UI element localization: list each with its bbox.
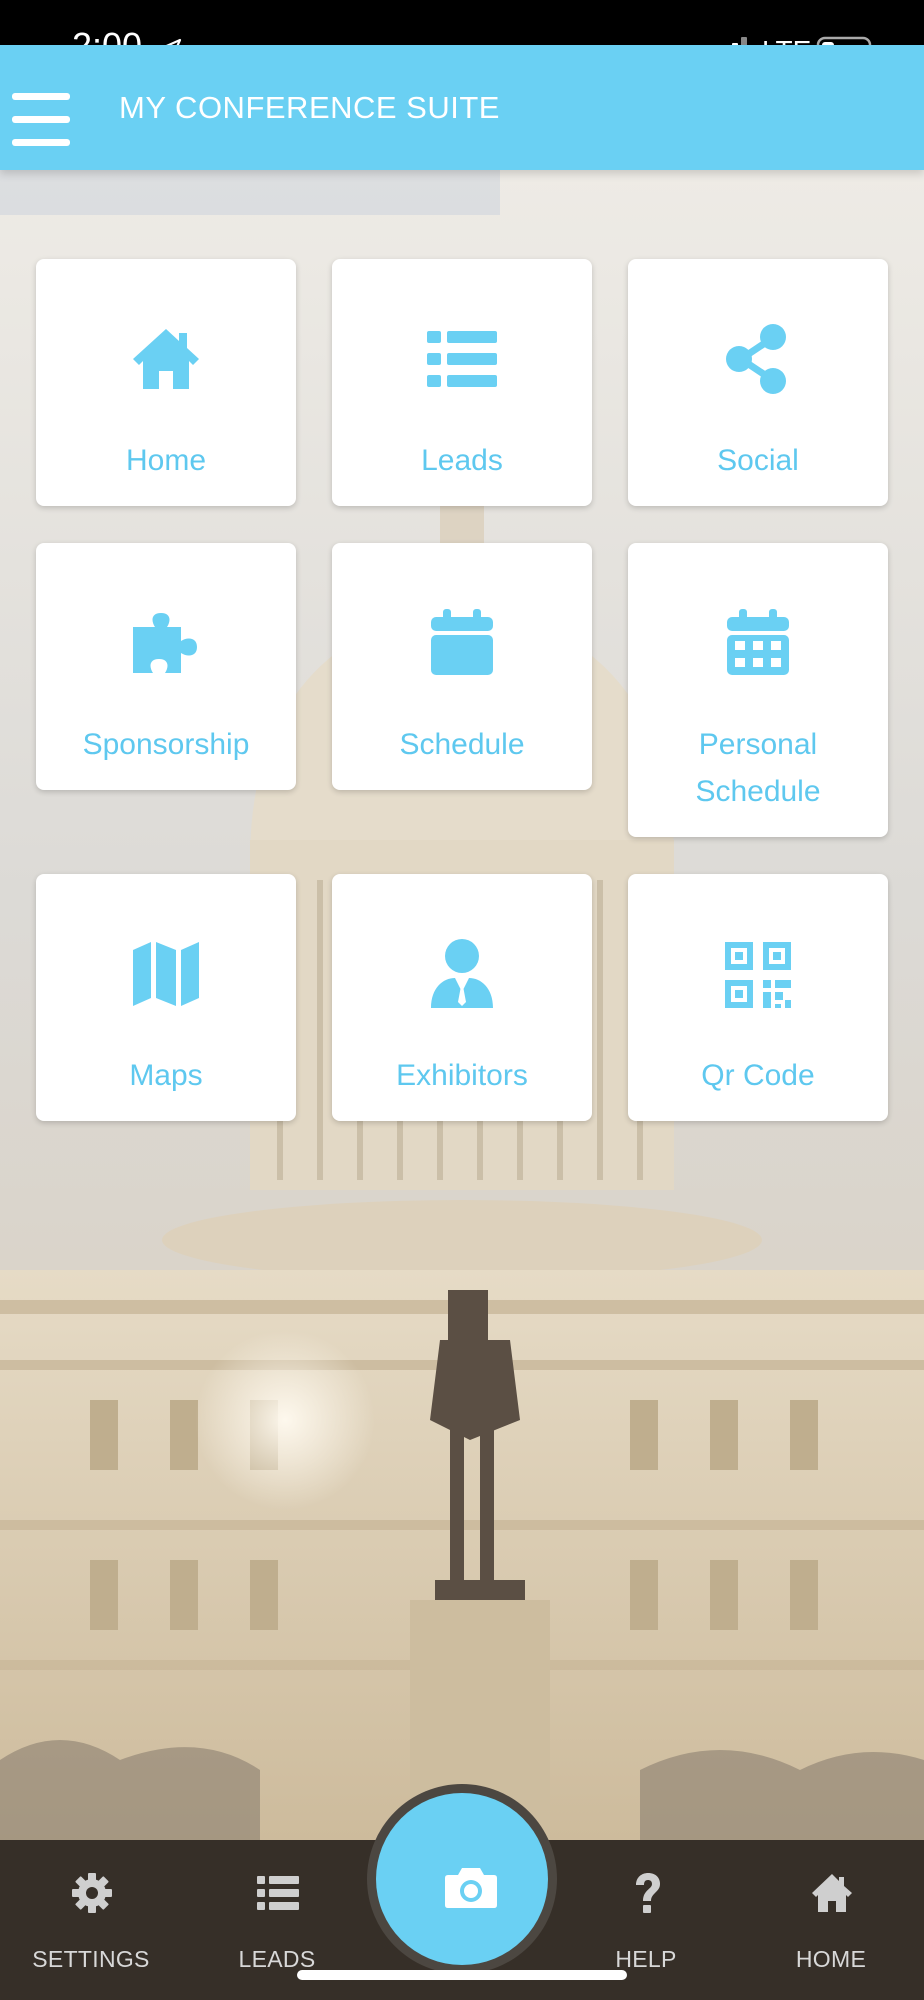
tile-qr-code[interactable]: Qr Code	[628, 874, 888, 1121]
tile-schedule[interactable]: Schedule	[332, 543, 592, 790]
tile-home[interactable]: Home	[36, 259, 296, 506]
map-icon	[133, 942, 199, 1006]
calendar-icon	[431, 609, 493, 675]
menu-button[interactable]	[10, 45, 72, 170]
tab-label: LEADS	[238, 1946, 316, 1972]
tile-personal-schedule[interactable]: Personal Schedule	[628, 543, 888, 837]
camera-button[interactable]	[367, 1784, 557, 1974]
qr-code-icon	[725, 942, 791, 1008]
hamburger-icon	[12, 93, 70, 100]
gear-icon	[72, 1873, 112, 1913]
home-indicator	[297, 1970, 627, 1980]
share-icon	[726, 324, 786, 394]
home-icon	[133, 329, 199, 389]
tile-label: Schedule	[399, 728, 525, 761]
tab-label: HELP	[615, 1946, 677, 1972]
tab-label: HOME	[795, 1946, 867, 1972]
tile-label: Home	[125, 444, 207, 477]
user-tie-icon	[431, 939, 493, 1008]
tab-home[interactable]: HOME	[756, 1840, 906, 2000]
camera-icon	[445, 1868, 497, 1908]
tile-label: Exhibitors	[396, 1059, 528, 1092]
tab-label: SETTINGS	[32, 1946, 150, 1972]
tile-label: Qr Code	[701, 1059, 815, 1092]
tile-label: Sponsorship	[82, 728, 250, 761]
tile-exhibitors[interactable]: Exhibitors	[332, 874, 592, 1121]
tile-leads[interactable]: Leads	[332, 259, 592, 506]
calendar-grid-icon	[727, 609, 789, 675]
tile-label: Personal Schedule	[695, 728, 821, 808]
app-header: MY CONFERENCE SUITE	[0, 45, 924, 170]
list-icon	[427, 331, 497, 387]
tile-label: Maps	[129, 1059, 203, 1092]
tab-settings[interactable]: SETTINGS	[16, 1840, 166, 2000]
tile-sponsorship[interactable]: Sponsorship	[36, 543, 296, 790]
list-icon	[257, 1876, 299, 1910]
question-icon	[636, 1873, 660, 1913]
home-icon	[812, 1874, 852, 1912]
tile-label: Leads	[421, 444, 503, 477]
tile-label: Social	[717, 444, 799, 477]
puzzle-icon	[133, 613, 197, 673]
page-title: MY CONFERENCE SUITE	[119, 90, 500, 125]
tile-social[interactable]: Social	[628, 259, 888, 506]
status-bar: 2:00 LTE	[0, 0, 924, 66]
tile-maps[interactable]: Maps	[36, 874, 296, 1121]
